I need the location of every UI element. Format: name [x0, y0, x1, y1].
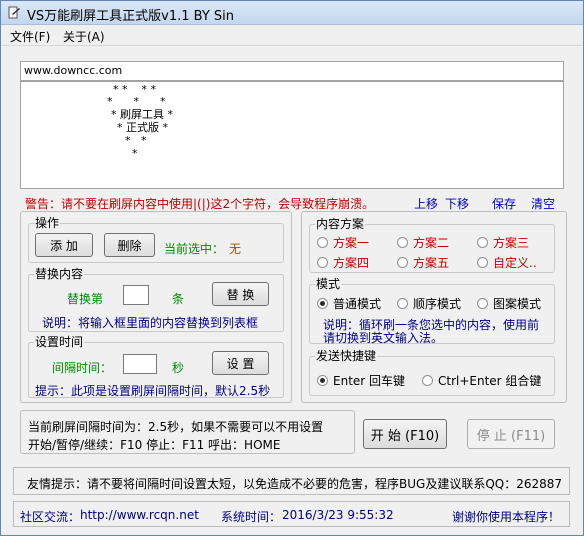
scheme-label: 自定义..: [493, 256, 537, 270]
system-time: 2016/3/23 9:55:32: [282, 508, 394, 522]
replace-label: 替换第: [67, 292, 104, 306]
scheme-label: 方案二: [413, 236, 450, 250]
interval-note: 提示：此项是设置刷屏间隔时间，默认2.5秒: [35, 384, 271, 398]
content-list[interactable]: * * * * * * * * 刷屏工具 * * 正式版 * * * *: [20, 81, 564, 189]
art-line: * 正式版 *: [117, 121, 168, 134]
community-label: 社区交流：: [20, 510, 81, 524]
scheme-radio-1[interactable]: 方案一: [317, 234, 369, 251]
mode-label: 图案模式: [493, 297, 542, 311]
stop-button[interactable]: 停 止 (F11): [467, 419, 555, 449]
status-tip: 友情提示：请不要将间隔时间设置太短，以免造成不必要的危害，程序BUG及建议联系Q…: [27, 477, 563, 491]
interval-label: 间隔时间：: [52, 361, 113, 375]
mode-title: 模式: [315, 277, 342, 291]
replace-index-input[interactable]: [123, 285, 149, 305]
current-selection-value: 无: [229, 242, 242, 256]
save-button[interactable]: 保存: [492, 195, 516, 212]
mode-pattern-radio[interactable]: 图案模式: [477, 295, 541, 312]
replace-unit-label: 条: [172, 292, 185, 306]
art-line: * 刷屏工具 *: [111, 108, 173, 121]
info-line2: 开始/暂停/继续：F10 停止：F11 呼出：HOME: [28, 438, 281, 452]
hotkey-label: Enter 回车键: [333, 374, 406, 388]
replace-button[interactable]: 替 换: [212, 282, 269, 306]
hotkey-label: Ctrl+Enter 组合键: [438, 374, 542, 388]
start-button[interactable]: 开 始 (F10): [363, 419, 447, 449]
hotkey-enter-radio[interactable]: Enter 回车键: [317, 372, 405, 389]
app-icon: [8, 6, 20, 19]
scheme-label: 方案三: [493, 236, 530, 250]
hotkey-title: 发送快捷键: [315, 349, 378, 363]
scheme-radio-5[interactable]: 方案五: [397, 254, 449, 271]
interval-title: 设置时间: [34, 335, 85, 349]
scheme-title: 内容方案: [315, 217, 366, 231]
replace-title: 替换内容: [34, 267, 85, 281]
menu-bar: 文件(F) 关于(A): [1, 26, 583, 46]
interval-unit: 秒: [172, 361, 185, 375]
mode-normal-radio[interactable]: 普通模式: [317, 295, 381, 312]
scheme-radio-3[interactable]: 方案三: [477, 234, 529, 251]
add-button[interactable]: 添 加: [35, 233, 93, 257]
set-interval-button[interactable]: 设 置: [212, 351, 269, 375]
scheme-label: 方案一: [333, 236, 370, 250]
replace-note: 说明：将输入框里面的内容替换到列表框: [42, 316, 259, 330]
move-up-button[interactable]: 上移: [414, 195, 438, 212]
menu-file[interactable]: 文件(F): [10, 28, 50, 45]
window-title: VS万能刷屏工具正式版v1.1 BY Sin: [27, 9, 235, 24]
delete-button[interactable]: 删除: [104, 233, 155, 257]
app-window: VS万能刷屏工具正式版v1.1 BY Sin 文件(F) 关于(A) www.d…: [0, 0, 584, 536]
ops-title: 操作: [34, 216, 61, 230]
current-selection-label: 当前选中：: [164, 242, 225, 256]
info-line1: 当前刷屏间隔时间为：2.5秒，如果不需要可以不用设置: [28, 420, 324, 434]
thanks-text: 谢谢你使用本程序！: [452, 510, 561, 524]
community-link[interactable]: http://www.rcqn.net: [80, 508, 199, 522]
mode-note-line2: 请切换到英文输入法。: [323, 331, 444, 345]
footer-bar: 社区交流： http://www.rcqn.net 系统时间： 2016/3/2…: [13, 501, 570, 527]
hotkey-ctrl-enter-radio[interactable]: Ctrl+Enter 组合键: [422, 372, 541, 389]
status-bar: 友情提示：请不要将间隔时间设置太短，以免造成不必要的危害，程序BUG及建议联系Q…: [13, 467, 570, 495]
move-down-button[interactable]: 下移: [445, 195, 469, 212]
clear-button[interactable]: 清空: [531, 195, 555, 212]
menu-about[interactable]: 关于(A): [63, 28, 105, 45]
mode-label: 顺序模式: [413, 297, 462, 311]
title-bar[interactable]: VS万能刷屏工具正式版v1.1 BY Sin: [1, 1, 583, 25]
art-line: * * *: [107, 95, 166, 108]
mode-sequence-radio[interactable]: 顺序模式: [397, 295, 461, 312]
content-input[interactable]: www.downcc.com: [20, 61, 564, 81]
scheme-radio-4[interactable]: 方案四: [317, 254, 369, 271]
scheme-radio-custom[interactable]: 自定义..: [477, 254, 537, 271]
warning-text: 警告：请不要在刷屏内容中使用|(|)这2个字符，会导致程序崩溃。: [25, 197, 375, 211]
scheme-label: 方案四: [333, 256, 370, 270]
interval-input[interactable]: [123, 354, 157, 374]
time-label: 系统时间：: [221, 510, 282, 524]
mode-label: 普通模式: [333, 297, 382, 311]
art-line: * *: [125, 134, 147, 147]
art-line: *: [132, 147, 138, 160]
scheme-radio-2[interactable]: 方案二: [397, 234, 449, 251]
scheme-label: 方案五: [413, 256, 450, 270]
